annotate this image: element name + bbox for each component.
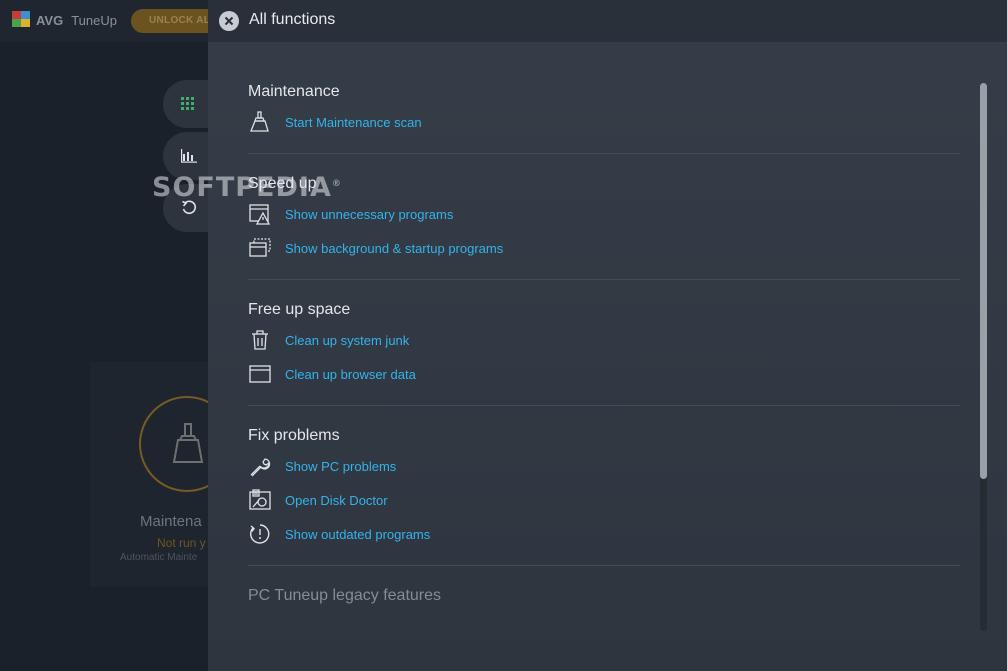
- wrench-icon: [248, 454, 272, 478]
- disk-doctor-icon: [248, 488, 272, 512]
- trash-icon: [248, 328, 272, 352]
- link-label: Clean up system junk: [285, 332, 410, 348]
- clean-up-browser-data-link[interactable]: Clean up browser data: [248, 357, 960, 391]
- link-label: Clean up browser data: [285, 366, 416, 382]
- avg-logo-icon: [12, 11, 32, 29]
- section-fix-problems: Fix problems Show PC problems Open Disk …: [248, 406, 960, 551]
- legacy-features-title[interactable]: PC Tuneup legacy features: [248, 587, 960, 605]
- functions-list: Maintenance Start Maintenance scan Speed…: [248, 42, 960, 605]
- window-warning-icon: [248, 202, 272, 226]
- close-icon: [224, 16, 234, 26]
- bar-chart-icon: [181, 149, 197, 163]
- show-background-startup-programs-link[interactable]: Show background & startup programs: [248, 231, 960, 265]
- section-speed-up: Speed up Show unnecessary programs Show …: [248, 154, 960, 265]
- section-divider: [248, 565, 960, 566]
- link-label: Open Disk Doctor: [285, 492, 388, 508]
- grid-icon: [181, 97, 194, 110]
- section-title: Fix problems: [248, 427, 340, 444]
- section-title: Free up space: [248, 301, 351, 318]
- scrollbar-thumb[interactable]: [980, 83, 987, 479]
- broom-icon: [248, 110, 272, 134]
- clean-up-system-junk-link[interactable]: Clean up system junk: [248, 323, 960, 357]
- broom-icon: [172, 423, 204, 463]
- product-name: TuneUp: [71, 12, 117, 28]
- link-label: Show background & startup programs: [285, 240, 504, 256]
- section-maintenance: Maintenance Start Maintenance scan: [248, 42, 960, 139]
- registered-mark: ®: [331, 179, 342, 189]
- show-outdated-programs-link[interactable]: Show outdated programs: [248, 517, 960, 551]
- open-disk-doctor-link[interactable]: Open Disk Doctor: [248, 483, 960, 517]
- link-label: Show PC problems: [285, 458, 397, 474]
- show-unnecessary-programs-link[interactable]: Show unnecessary programs: [248, 197, 960, 231]
- stacked-windows-icon: [248, 236, 272, 260]
- outdated-clock-icon: [248, 522, 272, 546]
- link-label: Show unnecessary programs: [285, 206, 454, 222]
- panel-header: All functions: [208, 0, 1007, 42]
- maintenance-card-status: Not run y: [157, 536, 206, 550]
- browser-window-icon: [248, 362, 272, 386]
- section-free-up-space: Free up space Clean up system junk Clean…: [248, 280, 960, 391]
- panel-title: All functions: [249, 11, 336, 28]
- section-title: Speed up: [248, 175, 317, 192]
- link-label: Start Maintenance scan: [285, 114, 422, 130]
- all-functions-panel: All functions Maintenance Start Maintena…: [208, 0, 1007, 671]
- close-button[interactable]: [219, 11, 239, 31]
- watermark-text: SOFTPEDIA: [152, 172, 332, 203]
- app-logo: AVG TuneUp: [12, 11, 117, 29]
- logo-text: AVG: [36, 12, 64, 28]
- show-pc-problems-link[interactable]: Show PC problems: [248, 449, 960, 483]
- start-maintenance-scan-link[interactable]: Start Maintenance scan: [248, 105, 960, 139]
- softpedia-watermark: SOFTPEDIA®: [152, 172, 342, 203]
- link-label: Show outdated programs: [285, 526, 431, 542]
- maintenance-card-subtitle: Automatic Mainte: [120, 552, 198, 563]
- section-title: Maintenance: [248, 83, 340, 100]
- maintenance-card-title: Maintena: [140, 513, 202, 530]
